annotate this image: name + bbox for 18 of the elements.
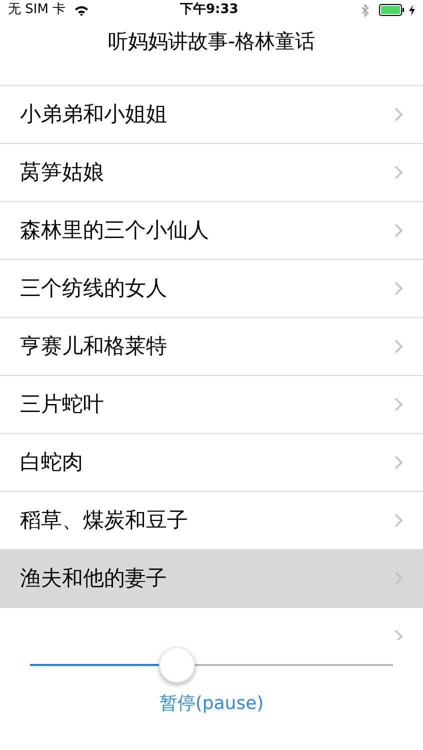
chevron-icon — [394, 281, 403, 296]
wifi-icon — [74, 4, 89, 16]
clock-text: 下午9:33 — [180, 1, 238, 20]
carrier-text: 无 SIM 卡 — [8, 1, 66, 20]
chevron-icon — [394, 107, 403, 122]
battery-icon — [379, 4, 407, 16]
chevron-icon — [394, 455, 403, 470]
chevron-icon — [394, 513, 403, 528]
chevron-icon — [394, 165, 403, 180]
chevron-icon — [394, 629, 403, 640]
page-title: 听妈妈讲故事-格林童话 — [108, 28, 316, 55]
chevron-icon — [394, 223, 403, 238]
bluetooth-icon — [361, 4, 369, 16]
chevron-icon — [394, 397, 403, 412]
pause-button[interactable]: 暂停(pause) — [155, 690, 268, 717]
chevron-icon — [394, 339, 403, 354]
slider-thumb[interactable] — [159, 647, 195, 683]
story-row[interactable]: 渔夫和他的妻子 — [0, 550, 423, 608]
